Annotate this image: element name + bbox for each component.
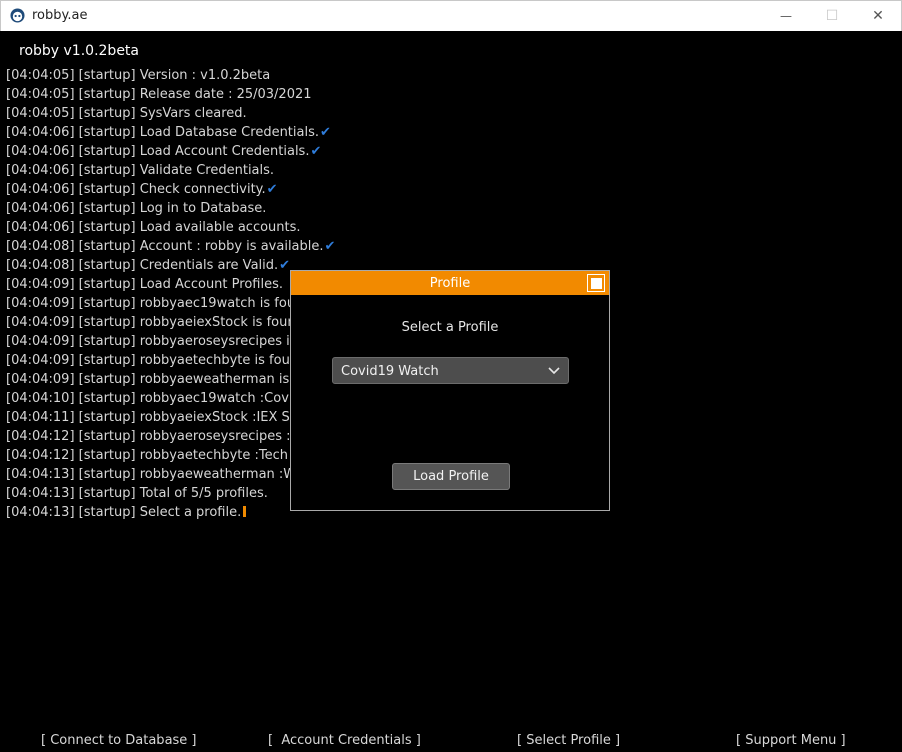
- log-line: [04:04:06] [startup] Validate Credential…: [6, 161, 896, 180]
- log-line-text: [04:04:05] [startup] Version : v1.0.2bet…: [6, 68, 271, 83]
- checkmark-icon: ✔: [310, 144, 322, 159]
- account-credentials-button[interactable]: [ Account Credentials ]: [268, 733, 421, 748]
- window-title: robby.ae: [32, 8, 88, 23]
- log-line-text: [04:04:13] [startup] Total of 5/5 profil…: [6, 486, 268, 501]
- log-line-text: [04:04:06] [startup] Load Database Crede…: [6, 125, 320, 140]
- log-line: [04:04:05] [startup] SysVars cleared.: [6, 104, 896, 123]
- log-line-text: [04:04:11] [startup] robbyaeiexStock :IE…: [6, 410, 318, 425]
- select-profile-button[interactable]: [ Select Profile ]: [517, 733, 620, 748]
- log-line-text: [04:04:09] [startup] robbyaeroseysrecipe…: [6, 334, 322, 349]
- log-line: [04:04:06] [startup] Check connectivity.…: [6, 180, 896, 199]
- profile-dropdown[interactable]: Covid19 Watch: [332, 357, 569, 384]
- log-line-text: [04:04:06] [startup] Check connectivity.: [6, 182, 266, 197]
- chevron-down-icon: [548, 367, 560, 375]
- log-line-text: [04:04:13] [startup] Select a profile.: [6, 505, 242, 520]
- log-line-text: [04:04:09] [startup] robbyaec19watch is …: [6, 296, 312, 311]
- checkmark-icon: ✔: [320, 125, 331, 140]
- log-line-text: [04:04:12] [startup] robbyaeroseysrecipe…: [6, 429, 322, 444]
- log-line-text: [04:04:08] [startup] Credentials are Val…: [6, 258, 279, 273]
- text-cursor-icon: [243, 506, 247, 517]
- log-line-text: [04:04:09] [startup] robbyaetechbyte is …: [6, 353, 311, 368]
- log-line-text: [04:04:06] [startup] Log in to Database.: [6, 201, 267, 216]
- connect-database-button[interactable]: [ Connect to Database ]: [41, 733, 197, 748]
- close-icon: ✕: [872, 8, 884, 24]
- log-line: [04:04:05] [startup] Version : v1.0.2bet…: [6, 66, 896, 85]
- log-line: [04:04:06] [startup] Load Database Crede…: [6, 123, 896, 142]
- log-line-text: [04:04:08] [startup] Account : robby is …: [6, 239, 324, 254]
- square-icon: [590, 277, 602, 289]
- log-line: [04:04:08] [startup] Account : robby is …: [6, 237, 896, 256]
- dialog-close-button[interactable]: [587, 274, 605, 292]
- log-line-text: [04:04:13] [startup] robbyaeweatherman :…: [6, 467, 317, 482]
- log-line: [04:04:06] [startup] Load available acco…: [6, 218, 896, 237]
- log-line: [04:04:06] [startup] Log in to Database.: [6, 199, 896, 218]
- minimize-button[interactable]: —: [763, 1, 809, 31]
- profile-dropdown-value: Covid19 Watch: [341, 364, 439, 379]
- log-line-text: [04:04:06] [startup] Load Account Creden…: [6, 144, 310, 159]
- log-line-text: [04:04:09] [startup] robbyaeweatherman i…: [6, 372, 315, 387]
- log-line-text: [04:04:05] [startup] SysVars cleared.: [6, 106, 247, 121]
- dialog-title: Profile: [429, 275, 471, 291]
- dialog-prompt: Select a Profile: [401, 320, 499, 335]
- checkmark-icon: ✔: [324, 239, 336, 254]
- checkmark-icon: ✔: [279, 258, 291, 273]
- maximize-button[interactable]: ☐: [809, 1, 855, 31]
- maximize-icon: ☐: [825, 8, 839, 24]
- load-profile-button[interactable]: Load Profile: [392, 463, 510, 490]
- log-line-text: [04:04:10] [startup] robbyaec19watch :Co…: [6, 391, 318, 406]
- support-menu-button[interactable]: [ Support Menu ]: [736, 733, 846, 748]
- log-line-text: [04:04:06] [startup] Validate Credential…: [6, 163, 275, 178]
- checkmark-icon: ✔: [266, 182, 278, 197]
- close-button[interactable]: ✕: [855, 1, 901, 31]
- log-line-text: [04:04:06] [startup] Load available acco…: [6, 220, 301, 235]
- log-line-text: [04:04:12] [startup] robbyaetechbyte :Te…: [6, 448, 314, 463]
- log-line: [04:04:05] [startup] Release date : 25/0…: [6, 85, 896, 104]
- log-line-text: [04:04:05] [startup] Release date : 25/0…: [6, 87, 312, 102]
- robot-app-icon: [10, 8, 25, 23]
- log-line: [04:04:06] [startup] Load Account Creden…: [6, 142, 896, 161]
- dialog-titlebar[interactable]: Profile: [291, 271, 609, 295]
- profile-dialog: Profile Select a Profile Covid19 Watch L…: [290, 270, 610, 511]
- log-line-text: [04:04:09] [startup] Load Account Profil…: [6, 277, 283, 292]
- minimize-icon: —: [780, 9, 792, 23]
- app-header-title: robby v1.0.2beta: [19, 43, 139, 59]
- window-titlebar[interactable]: robby.ae — ☐ ✕: [0, 0, 902, 31]
- log-line-text: [04:04:09] [startup] robbyaeiexStock is …: [6, 315, 308, 330]
